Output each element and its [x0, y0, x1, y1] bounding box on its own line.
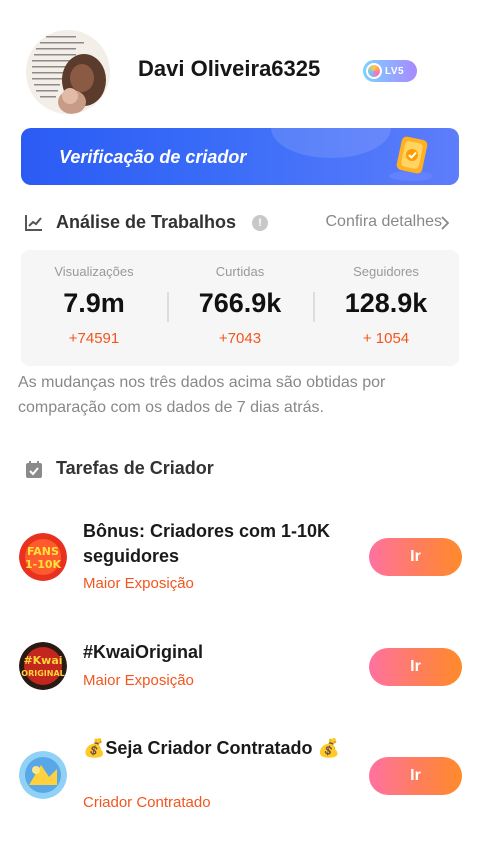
task-subtitle: Criador Contratado — [83, 794, 211, 811]
info-icon[interactable]: ! — [252, 215, 268, 231]
banner-title: Verificação de criador — [59, 147, 247, 167]
details-link[interactable]: Confira detalhes — [325, 213, 442, 231]
task-title: #KwaiOriginal — [83, 642, 204, 662]
avatar[interactable] — [26, 30, 110, 114]
go-button[interactable]: Ir — [369, 648, 462, 686]
profile-header: Davi Oliveira6325 LV5 — [24, 28, 464, 118]
chevron-right-icon[interactable] — [440, 216, 450, 230]
svg-text:1-10K: 1-10K — [25, 558, 62, 571]
task-subtitle: Maior Exposição — [83, 575, 194, 592]
analysis-header: Análise de Trabalhos ! Confira detalhes — [24, 208, 450, 238]
stat-views: Visualizações 7.9m +74591 — [21, 250, 167, 366]
stat-delta: +74591 — [68, 330, 120, 347]
go-button[interactable]: Ir — [369, 757, 462, 795]
verification-badge-icon — [389, 136, 433, 181]
stat-label: Visualizações — [54, 264, 134, 279]
creator-verification-banner[interactable]: Verificação de criador — [21, 128, 459, 185]
task-title: Bônus: Criadores com 1-10K seguidores — [83, 521, 331, 566]
kwai-original-icon: #Kwai ORIGINAL — [19, 642, 67, 690]
contracted-creator-icon — [19, 751, 67, 799]
task-title: 💰Seja Criador Contratado 💰 — [83, 738, 340, 758]
level-badge-label: LV5 — [385, 65, 405, 77]
calendar-check-icon — [26, 461, 42, 478]
stat-delta: + 1054 — [362, 330, 410, 347]
stats-card: Visualizações 7.9m +74591 Curtidas 766.9… — [21, 250, 459, 366]
stat-value: 7.9m — [63, 288, 125, 318]
level-badge[interactable]: LV5 — [363, 60, 417, 82]
stat-delta: +7043 — [218, 330, 262, 347]
chart-icon — [25, 215, 42, 231]
comparison-note: As mudanças nos três dados acima são obt… — [18, 374, 386, 416]
stat-label: Curtidas — [215, 264, 265, 279]
fans-1-10k-icon: FANS 1-10K — [19, 533, 67, 581]
details-link-label: Confira detalhes — [325, 213, 442, 230]
banner-glow — [271, 128, 391, 158]
go-button[interactable]: Ir — [369, 538, 462, 576]
analysis-title: Análise de Trabalhos — [56, 212, 237, 232]
username: Davi Oliveira6325 — [138, 56, 321, 81]
svg-text:FANS: FANS — [27, 545, 59, 558]
tasks-title: Tarefas de Criador — [56, 458, 214, 478]
level-badge-icon — [366, 63, 382, 79]
stat-likes: Curtidas 766.9k +7043 — [167, 250, 313, 366]
stat-label: Seguidores — [353, 264, 419, 279]
stat-followers: Seguidores 128.9k + 1054 — [313, 250, 459, 366]
task-subtitle: Maior Exposição — [83, 672, 194, 689]
stat-value: 128.9k — [344, 288, 428, 318]
svg-text:#Kwai: #Kwai — [23, 654, 62, 667]
svg-text:ORIGINAL: ORIGINAL — [21, 669, 64, 678]
stat-value: 766.9k — [198, 288, 282, 318]
